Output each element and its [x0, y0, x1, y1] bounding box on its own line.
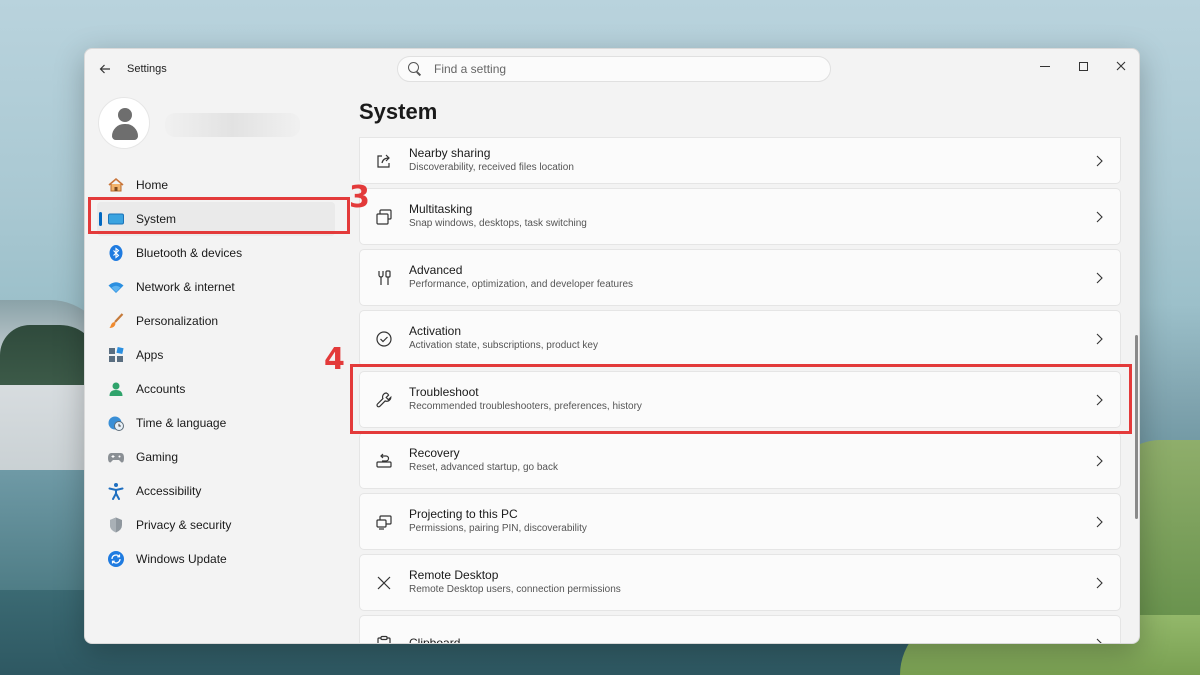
- apps-icon: [107, 346, 125, 364]
- clipboard-icon: [374, 634, 394, 643]
- row-subtitle: Remote Desktop users, connection permiss…: [409, 584, 621, 595]
- accessibility-icon: [107, 482, 125, 500]
- row-subtitle: Discoverability, received files location: [409, 162, 574, 173]
- chevron-right-icon: [1094, 637, 1104, 643]
- globe-clock-icon: [107, 414, 125, 432]
- sidebar-item-network[interactable]: Network & internet: [97, 270, 337, 304]
- check-circle-icon: [374, 329, 394, 349]
- back-button[interactable]: [95, 59, 115, 79]
- sidebar-item-personalization[interactable]: Personalization: [97, 304, 337, 338]
- sidebar-item-label: Windows Update: [136, 552, 227, 566]
- maximize-button[interactable]: [1065, 53, 1101, 79]
- minimize-button[interactable]: [1027, 53, 1063, 79]
- chevron-right-icon: [1094, 210, 1104, 224]
- chevron-right-icon: [1094, 154, 1104, 168]
- chevron-right-icon: [1094, 454, 1104, 468]
- row-subtitle: Activation state, subscriptions, product…: [409, 340, 598, 351]
- sidebar-item-label: Personalization: [136, 314, 219, 328]
- sidebar-item-label: Home: [136, 178, 169, 192]
- update-icon: [107, 550, 125, 568]
- row-title: Clipboard: [409, 636, 461, 644]
- sidebar-item-label: Gaming: [136, 450, 179, 464]
- sidebar-item-label: Accounts: [136, 382, 186, 396]
- sidebar-item-time-language[interactable]: Time & language: [97, 406, 337, 440]
- setting-row-activation[interactable]: Activation Activation state, subscriptio…: [359, 310, 1121, 367]
- search-box[interactable]: [397, 56, 831, 82]
- multitasking-icon: [374, 207, 394, 227]
- setting-row-clipboard[interactable]: Clipboard: [359, 615, 1121, 644]
- row-subtitle: Permissions, pairing PIN, discoverabilit…: [409, 523, 587, 534]
- search-input[interactable]: [434, 62, 794, 76]
- chevron-right-icon: [1094, 576, 1104, 590]
- setting-row-advanced[interactable]: Advanced Performance, optimization, and …: [359, 249, 1121, 306]
- setting-row-multitasking[interactable]: Multitasking Snap windows, desktops, tas…: [359, 188, 1121, 245]
- sidebar-item-label: Time & language: [136, 416, 227, 430]
- gamepad-icon: [107, 448, 125, 466]
- annotation-step-number: 3: [349, 180, 370, 215]
- row-title: Multitasking: [409, 202, 473, 216]
- maximize-icon: [1078, 61, 1088, 71]
- setting-row-recovery[interactable]: Recovery Reset, advanced startup, go bac…: [359, 432, 1121, 489]
- sidebar-item-accessibility[interactable]: Accessibility: [97, 474, 337, 508]
- row-title: Projecting to this PC: [409, 507, 518, 521]
- row-subtitle: Snap windows, desktops, task switching: [409, 218, 587, 229]
- accounts-icon: [107, 380, 125, 398]
- row-title: Remote Desktop: [409, 568, 499, 582]
- sidebar-item-privacy[interactable]: Privacy & security: [97, 508, 337, 542]
- home-icon: [107, 176, 125, 194]
- setting-row-remote-desktop[interactable]: Remote Desktop Remote Desktop users, con…: [359, 554, 1121, 611]
- sidebar-item-label: Accessibility: [136, 484, 202, 498]
- page-title: System: [359, 99, 438, 124]
- annotation-box-troubleshoot: [350, 364, 1132, 434]
- title-bar: Settings: [85, 49, 1139, 89]
- profile-name-blurred: [165, 113, 300, 137]
- sidebar-item-accounts[interactable]: Accounts: [97, 372, 337, 406]
- sidebar-item-gaming[interactable]: Gaming: [97, 440, 337, 474]
- search-icon: [408, 62, 422, 76]
- recovery-icon: [374, 451, 394, 471]
- back-arrow-icon: [99, 64, 110, 74]
- scrollbar[interactable]: [1135, 335, 1138, 519]
- close-button[interactable]: [1103, 53, 1139, 79]
- row-title: Advanced: [409, 263, 463, 277]
- brush-icon: [107, 312, 125, 330]
- row-title: Nearby sharing: [409, 146, 491, 160]
- sidebar-item-label: Apps: [136, 348, 164, 362]
- wifi-icon: [107, 278, 125, 296]
- bluetooth-icon: [107, 244, 125, 262]
- sidebar-item-label: Bluetooth & devices: [136, 246, 243, 260]
- tools-icon: [374, 268, 394, 288]
- chevron-right-icon: [1094, 515, 1104, 529]
- setting-row-projecting[interactable]: Projecting to this PC Permissions, pairi…: [359, 493, 1121, 550]
- row-subtitle: Reset, advanced startup, go back: [409, 462, 558, 473]
- chevron-right-icon: [1094, 332, 1104, 346]
- setting-row-nearby-sharing[interactable]: Nearby sharing Discoverability, received…: [359, 137, 1121, 184]
- shield-icon: [107, 516, 125, 534]
- sidebar-item-windows-update[interactable]: Windows Update: [97, 542, 337, 576]
- settings-window: Settings Home System: [84, 48, 1140, 644]
- chevron-right-icon: [1094, 271, 1104, 285]
- share-icon: [374, 151, 394, 171]
- row-title: Recovery: [409, 446, 460, 460]
- sidebar-item-apps[interactable]: Apps: [97, 338, 337, 372]
- sidebar-item-label: Network & internet: [136, 280, 235, 294]
- annotation-box-system: [88, 197, 350, 234]
- row-subtitle: Performance, optimization, and developer…: [409, 279, 634, 290]
- remote-desktop-icon: [374, 573, 394, 593]
- projecting-icon: [374, 512, 394, 532]
- minimize-icon: [1040, 65, 1050, 67]
- sidebar-item-bluetooth[interactable]: Bluetooth & devices: [97, 236, 337, 270]
- sidebar-item-label: Privacy & security: [136, 518, 232, 532]
- row-title: Activation: [409, 324, 462, 338]
- app-title: Settings: [127, 63, 167, 75]
- close-icon: [1116, 61, 1126, 71]
- annotation-step-number: 4: [324, 342, 345, 377]
- avatar[interactable]: [98, 97, 150, 149]
